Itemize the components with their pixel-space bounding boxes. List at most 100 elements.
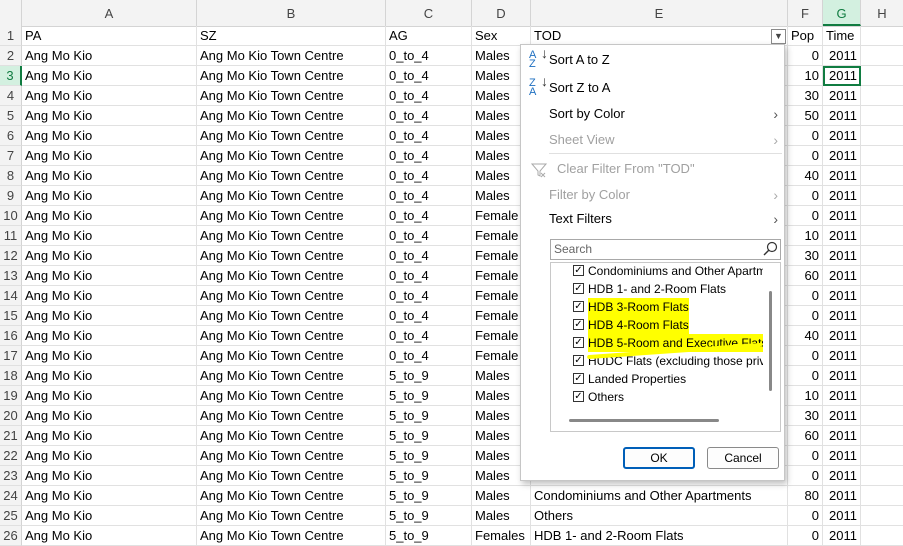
col-header-g[interactable]: G [823,0,861,26]
empty-cell[interactable] [861,466,903,486]
empty-cell[interactable] [861,386,903,406]
cell-pa[interactable]: Ang Mo Kio [22,266,197,286]
header-cell-sz[interactable]: SZ [197,26,386,46]
cell-pa[interactable]: Ang Mo Kio [22,66,197,86]
row-number[interactable]: 24 [0,486,22,506]
col-header-a[interactable]: A [22,0,197,26]
col-header-h[interactable]: H [861,0,903,26]
cell-sz[interactable]: Ang Mo Kio Town Centre [197,226,386,246]
cell-sz[interactable]: Ang Mo Kio Town Centre [197,506,386,526]
header-cell-pop[interactable]: Pop [788,26,823,46]
cell-pa[interactable]: Ang Mo Kio [22,446,197,466]
cell-tod[interactable]: Condominiums and Other Apartments [531,486,788,506]
empty-cell[interactable] [861,86,903,106]
row-number[interactable]: 25 [0,506,22,526]
header-cell-pa[interactable]: PA [22,26,197,46]
row-number[interactable]: 17 [0,346,22,366]
cell-pa[interactable]: Ang Mo Kio [22,146,197,166]
cell-pop[interactable]: 0 [788,206,823,226]
empty-cell[interactable] [861,226,903,246]
cell-pa[interactable]: Ang Mo Kio [22,526,197,546]
cell-ag[interactable]: 0_to_4 [386,186,472,206]
col-header-b[interactable]: B [197,0,386,26]
header-cell-sex[interactable]: Sex [472,26,531,46]
row-number[interactable]: 16 [0,326,22,346]
cancel-button[interactable]: Cancel [707,447,779,469]
row-number[interactable]: 14 [0,286,22,306]
cell-sz[interactable]: Ang Mo Kio Town Centre [197,286,386,306]
cell-time[interactable]: 2011 [823,286,861,306]
row-number[interactable]: 12 [0,246,22,266]
checkbox[interactable]: ✓ [573,391,584,402]
cell-pop[interactable]: 80 [788,486,823,506]
empty-cell[interactable] [861,286,903,306]
cell-pop[interactable]: 0 [788,146,823,166]
cell-pa[interactable]: Ang Mo Kio [22,186,197,206]
empty-cell[interactable] [861,486,903,506]
header-cell-time[interactable]: Time [823,26,861,46]
cell-time[interactable]: 2011 [823,446,861,466]
empty-cell[interactable] [861,446,903,466]
cell-ag[interactable]: 5_to_9 [386,386,472,406]
cell-pa[interactable]: Ang Mo Kio [22,426,197,446]
cell-pop[interactable]: 0 [788,306,823,326]
col-header-c[interactable]: C [386,0,472,26]
cell-time[interactable]: 2011 [823,526,861,546]
cell-time[interactable]: 2011 [823,506,861,526]
cell-time[interactable]: 2011 [823,206,861,226]
cell-ag[interactable]: 5_to_9 [386,526,472,546]
cell-pa[interactable]: Ang Mo Kio [22,386,197,406]
cell-time[interactable]: 2011 [823,466,861,486]
empty-cell[interactable] [861,306,903,326]
cell-sz[interactable]: Ang Mo Kio Town Centre [197,466,386,486]
row-number[interactable]: 9 [0,186,22,206]
row-number[interactable]: 10 [0,206,22,226]
empty-cell[interactable] [861,326,903,346]
row-number[interactable]: 1 [0,26,22,46]
row-number[interactable]: 18 [0,366,22,386]
menu-sort-z-to-a[interactable]: ZA ↓ Sort Z to A [521,74,784,101]
empty-cell[interactable] [861,246,903,266]
cell-pop[interactable]: 0 [788,46,823,66]
cell-sz[interactable]: Ang Mo Kio Town Centre [197,246,386,266]
cell-time[interactable]: 2011 [823,326,861,346]
filter-list-item[interactable]: ✓ Others [571,388,763,406]
cell-time[interactable]: 2011 [823,246,861,266]
cell-time[interactable]: 2011 [823,166,861,186]
cell-sex[interactable]: Males [472,486,531,506]
cell-sz[interactable]: Ang Mo Kio Town Centre [197,326,386,346]
filter-list-item[interactable]: ✓ HDB 1- and 2-Room Flats [571,280,763,298]
empty-cell[interactable] [861,126,903,146]
cell-tod[interactable]: Others [531,506,788,526]
cell-sz[interactable]: Ang Mo Kio Town Centre [197,526,386,546]
filter-list-item[interactable]: ✓ Landed Properties [571,370,763,388]
ok-button[interactable]: OK [623,447,695,469]
cell-time[interactable]: 2011 [823,146,861,166]
empty-cell[interactable] [861,266,903,286]
cell-ag[interactable]: 0_to_4 [386,86,472,106]
cell-pa[interactable]: Ang Mo Kio [22,206,197,226]
row-number[interactable]: 5 [0,106,22,126]
cell-sz[interactable]: Ang Mo Kio Town Centre [197,186,386,206]
cell-time[interactable]: 2011 [823,66,861,86]
cell-pop[interactable]: 0 [788,186,823,206]
cell-pa[interactable]: Ang Mo Kio [22,346,197,366]
cell-ag[interactable]: 0_to_4 [386,206,472,226]
cell-sz[interactable]: Ang Mo Kio Town Centre [197,106,386,126]
cell-sz[interactable]: Ang Mo Kio Town Centre [197,346,386,366]
col-header-d[interactable]: D [472,0,531,26]
checkbox[interactable]: ✓ [573,355,584,366]
cell-pa[interactable]: Ang Mo Kio [22,306,197,326]
cell-sz[interactable]: Ang Mo Kio Town Centre [197,146,386,166]
empty-cell[interactable] [861,186,903,206]
cell-pa[interactable]: Ang Mo Kio [22,226,197,246]
row-number[interactable]: 11 [0,226,22,246]
cell-time[interactable]: 2011 [823,266,861,286]
cell-sz[interactable]: Ang Mo Kio Town Centre [197,206,386,226]
filter-dropdown-button[interactable]: ▼ [771,29,786,44]
menu-text-filters[interactable]: Text Filters › [521,206,784,232]
cell-pa[interactable]: Ang Mo Kio [22,486,197,506]
cell-sz[interactable]: Ang Mo Kio Town Centre [197,366,386,386]
cell-pop[interactable]: 10 [788,66,823,86]
row-number[interactable]: 23 [0,466,22,486]
